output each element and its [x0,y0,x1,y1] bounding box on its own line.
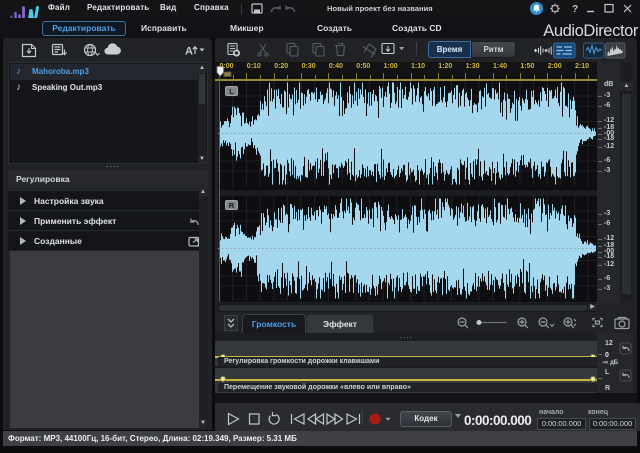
svg-text:?: ? [572,4,578,15]
svg-text:A: A [185,46,193,58]
